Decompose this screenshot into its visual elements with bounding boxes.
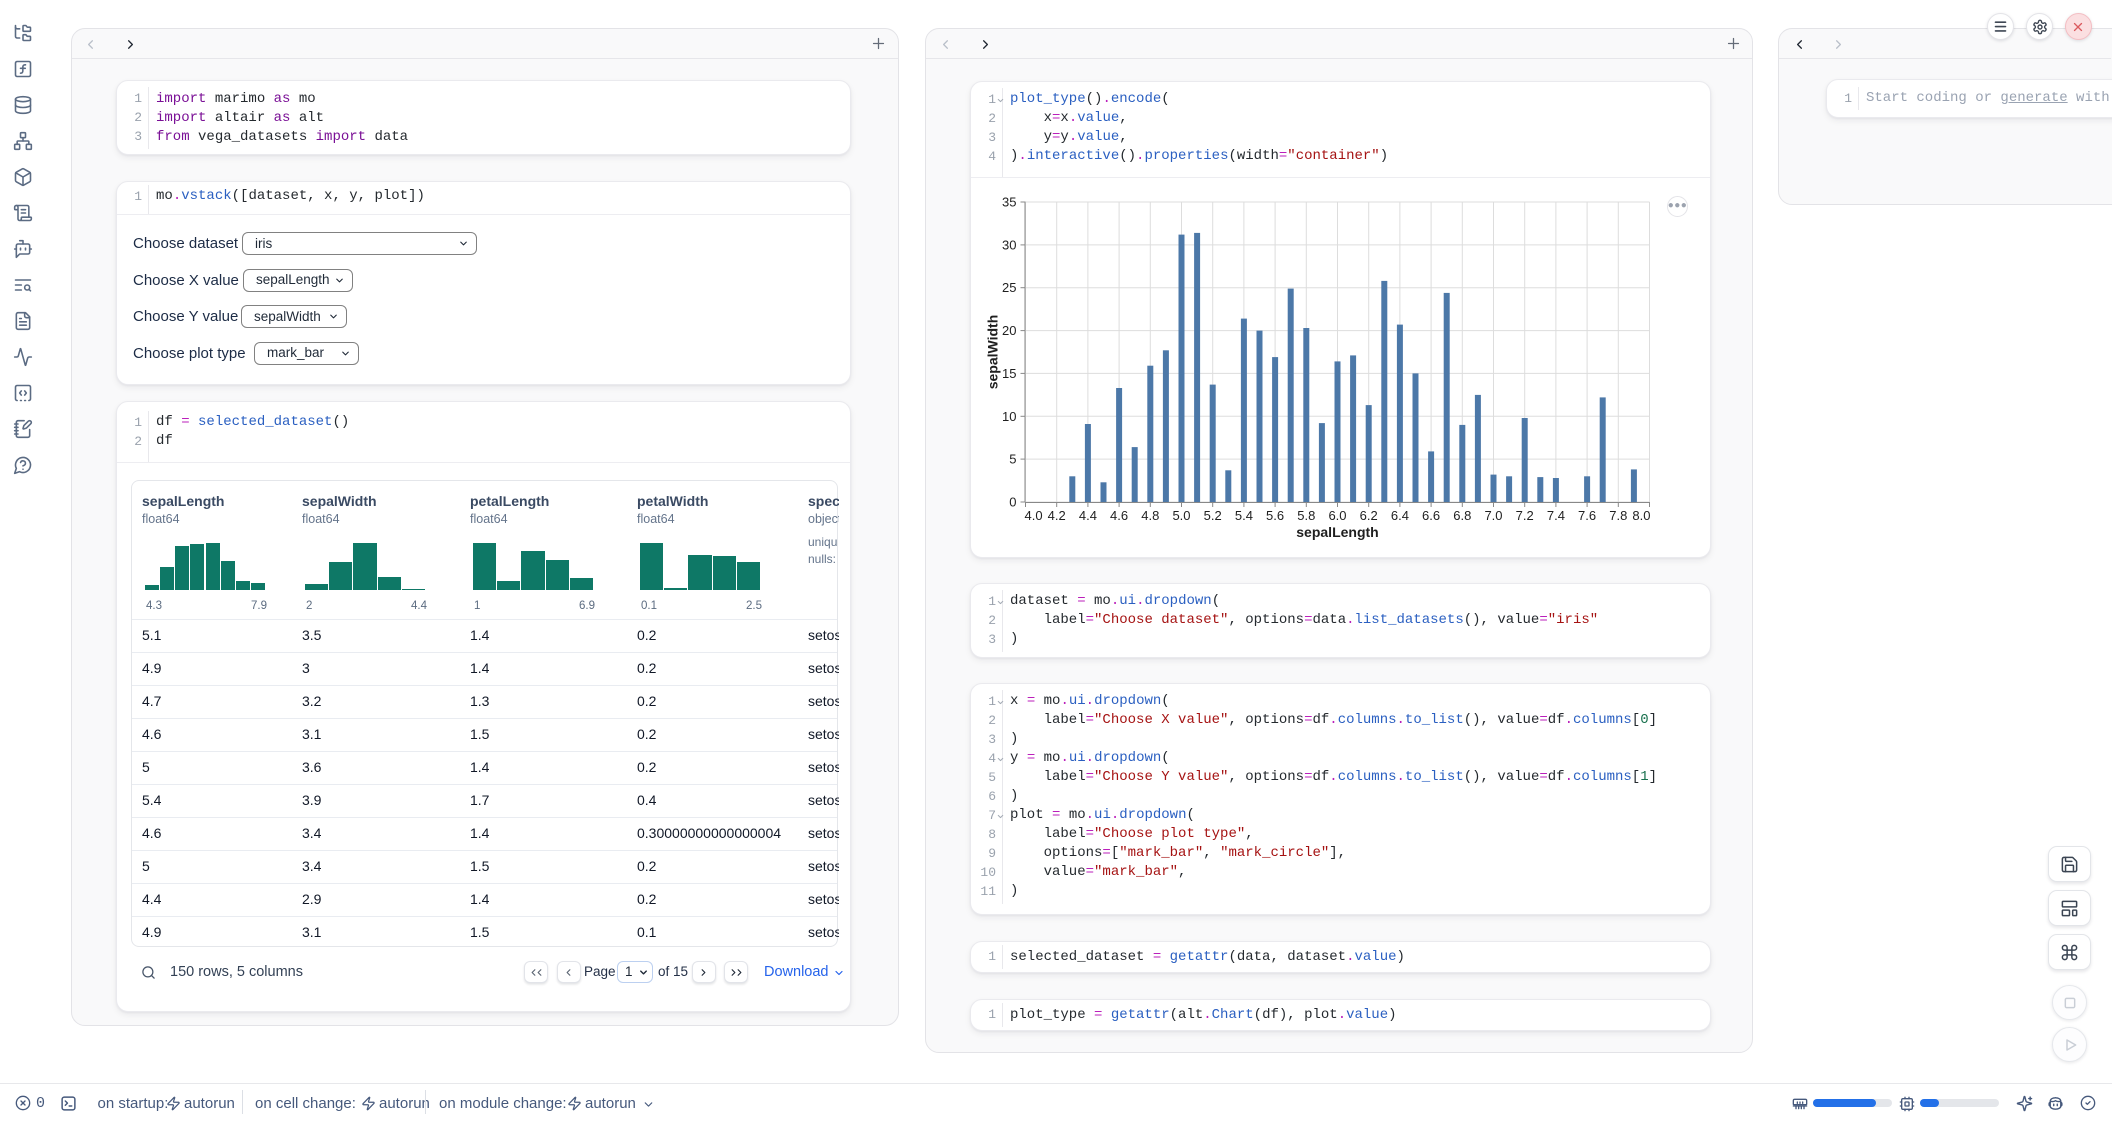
svg-text:7.0: 7.0 bbox=[1484, 508, 1502, 523]
svg-text:6.0: 6.0 bbox=[1328, 508, 1346, 523]
svg-text:7.6: 7.6 bbox=[1578, 508, 1596, 523]
svg-text:5.4: 5.4 bbox=[1235, 508, 1253, 523]
svg-text:6.2: 6.2 bbox=[1360, 508, 1378, 523]
svg-text:4.6: 4.6 bbox=[1110, 508, 1128, 523]
svg-text:6.6: 6.6 bbox=[1422, 508, 1440, 523]
svg-text:4.8: 4.8 bbox=[1141, 508, 1159, 523]
svg-text:0: 0 bbox=[1009, 495, 1016, 510]
svg-text:7.4: 7.4 bbox=[1547, 508, 1565, 523]
svg-text:7.8: 7.8 bbox=[1609, 508, 1627, 523]
svg-text:20: 20 bbox=[1002, 323, 1016, 338]
svg-text:5.2: 5.2 bbox=[1204, 508, 1222, 523]
svg-text:10: 10 bbox=[1002, 409, 1016, 424]
svg-text:6.8: 6.8 bbox=[1453, 508, 1471, 523]
svg-text:30: 30 bbox=[1002, 237, 1016, 252]
svg-text:5.0: 5.0 bbox=[1172, 508, 1190, 523]
svg-text:25: 25 bbox=[1002, 280, 1016, 295]
svg-text:35: 35 bbox=[1002, 195, 1016, 210]
svg-text:4.4: 4.4 bbox=[1079, 508, 1097, 523]
svg-text:sepalWidth: sepalWidth bbox=[985, 315, 1001, 390]
svg-text:7.2: 7.2 bbox=[1516, 508, 1534, 523]
svg-text:5.8: 5.8 bbox=[1297, 508, 1315, 523]
svg-text:8.0: 8.0 bbox=[1632, 508, 1650, 523]
svg-text:4.0: 4.0 bbox=[1025, 508, 1043, 523]
svg-text:sepalLength: sepalLength bbox=[1296, 524, 1378, 540]
svg-text:6.4: 6.4 bbox=[1391, 508, 1409, 523]
svg-text:5: 5 bbox=[1009, 452, 1016, 467]
svg-text:15: 15 bbox=[1002, 366, 1016, 381]
svg-text:5.6: 5.6 bbox=[1266, 508, 1284, 523]
svg-text:4.2: 4.2 bbox=[1048, 508, 1066, 523]
